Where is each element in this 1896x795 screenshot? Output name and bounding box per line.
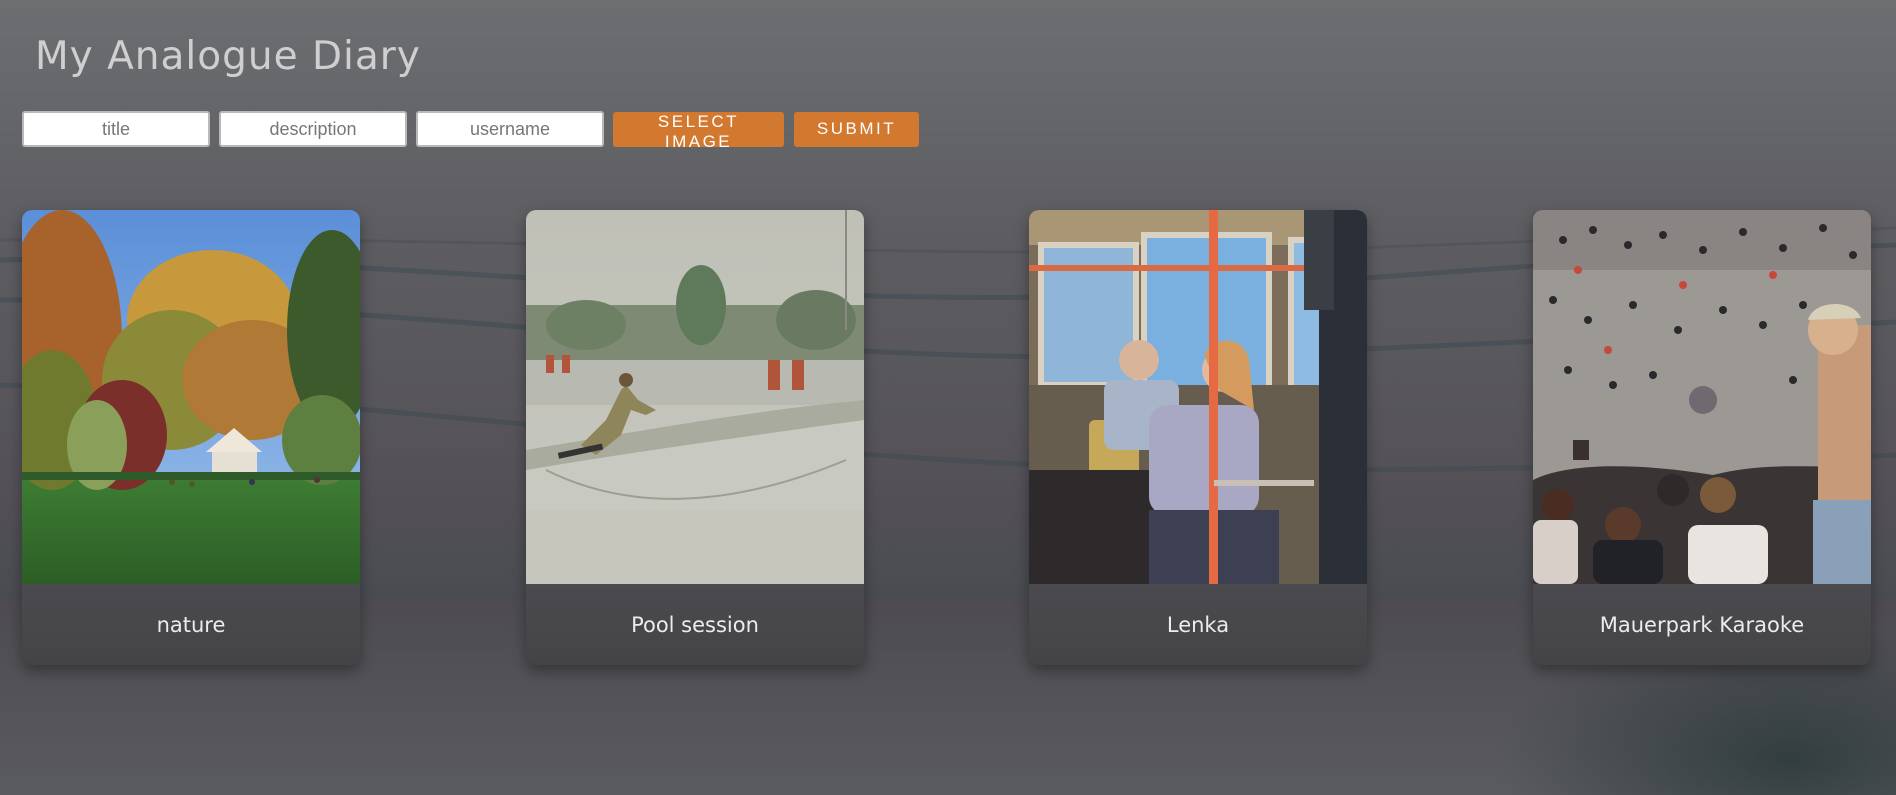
submit-button[interactable]: SUBMIT <box>794 111 919 147</box>
image-card[interactable]: nature <box>22 210 360 665</box>
username-input[interactable] <box>416 111 604 147</box>
card-title: Mauerpark Karaoke <box>1533 584 1871 665</box>
crowd-amphitheater-photo <box>1533 210 1871 584</box>
title-input[interactable] <box>22 111 210 147</box>
page-title: My Analogue Diary <box>35 34 421 79</box>
image-gallery: nature Pool session Lenka Mauerpark Kara… <box>22 210 1872 666</box>
tram-passengers-photo <box>1029 210 1367 584</box>
card-title: Pool session <box>526 584 864 665</box>
description-input[interactable] <box>219 111 407 147</box>
skatepark-photo <box>526 210 864 584</box>
card-title: nature <box>22 584 360 665</box>
upload-form: SELECT IMAGE SUBMIT <box>22 111 919 151</box>
select-image-button[interactable]: SELECT IMAGE <box>613 111 784 151</box>
image-card[interactable]: Mauerpark Karaoke <box>1533 210 1871 665</box>
image-card[interactable]: Lenka <box>1029 210 1367 665</box>
image-card[interactable]: Pool session <box>526 210 864 665</box>
card-title: Lenka <box>1029 584 1367 665</box>
park-gazebo-photo <box>22 210 360 584</box>
